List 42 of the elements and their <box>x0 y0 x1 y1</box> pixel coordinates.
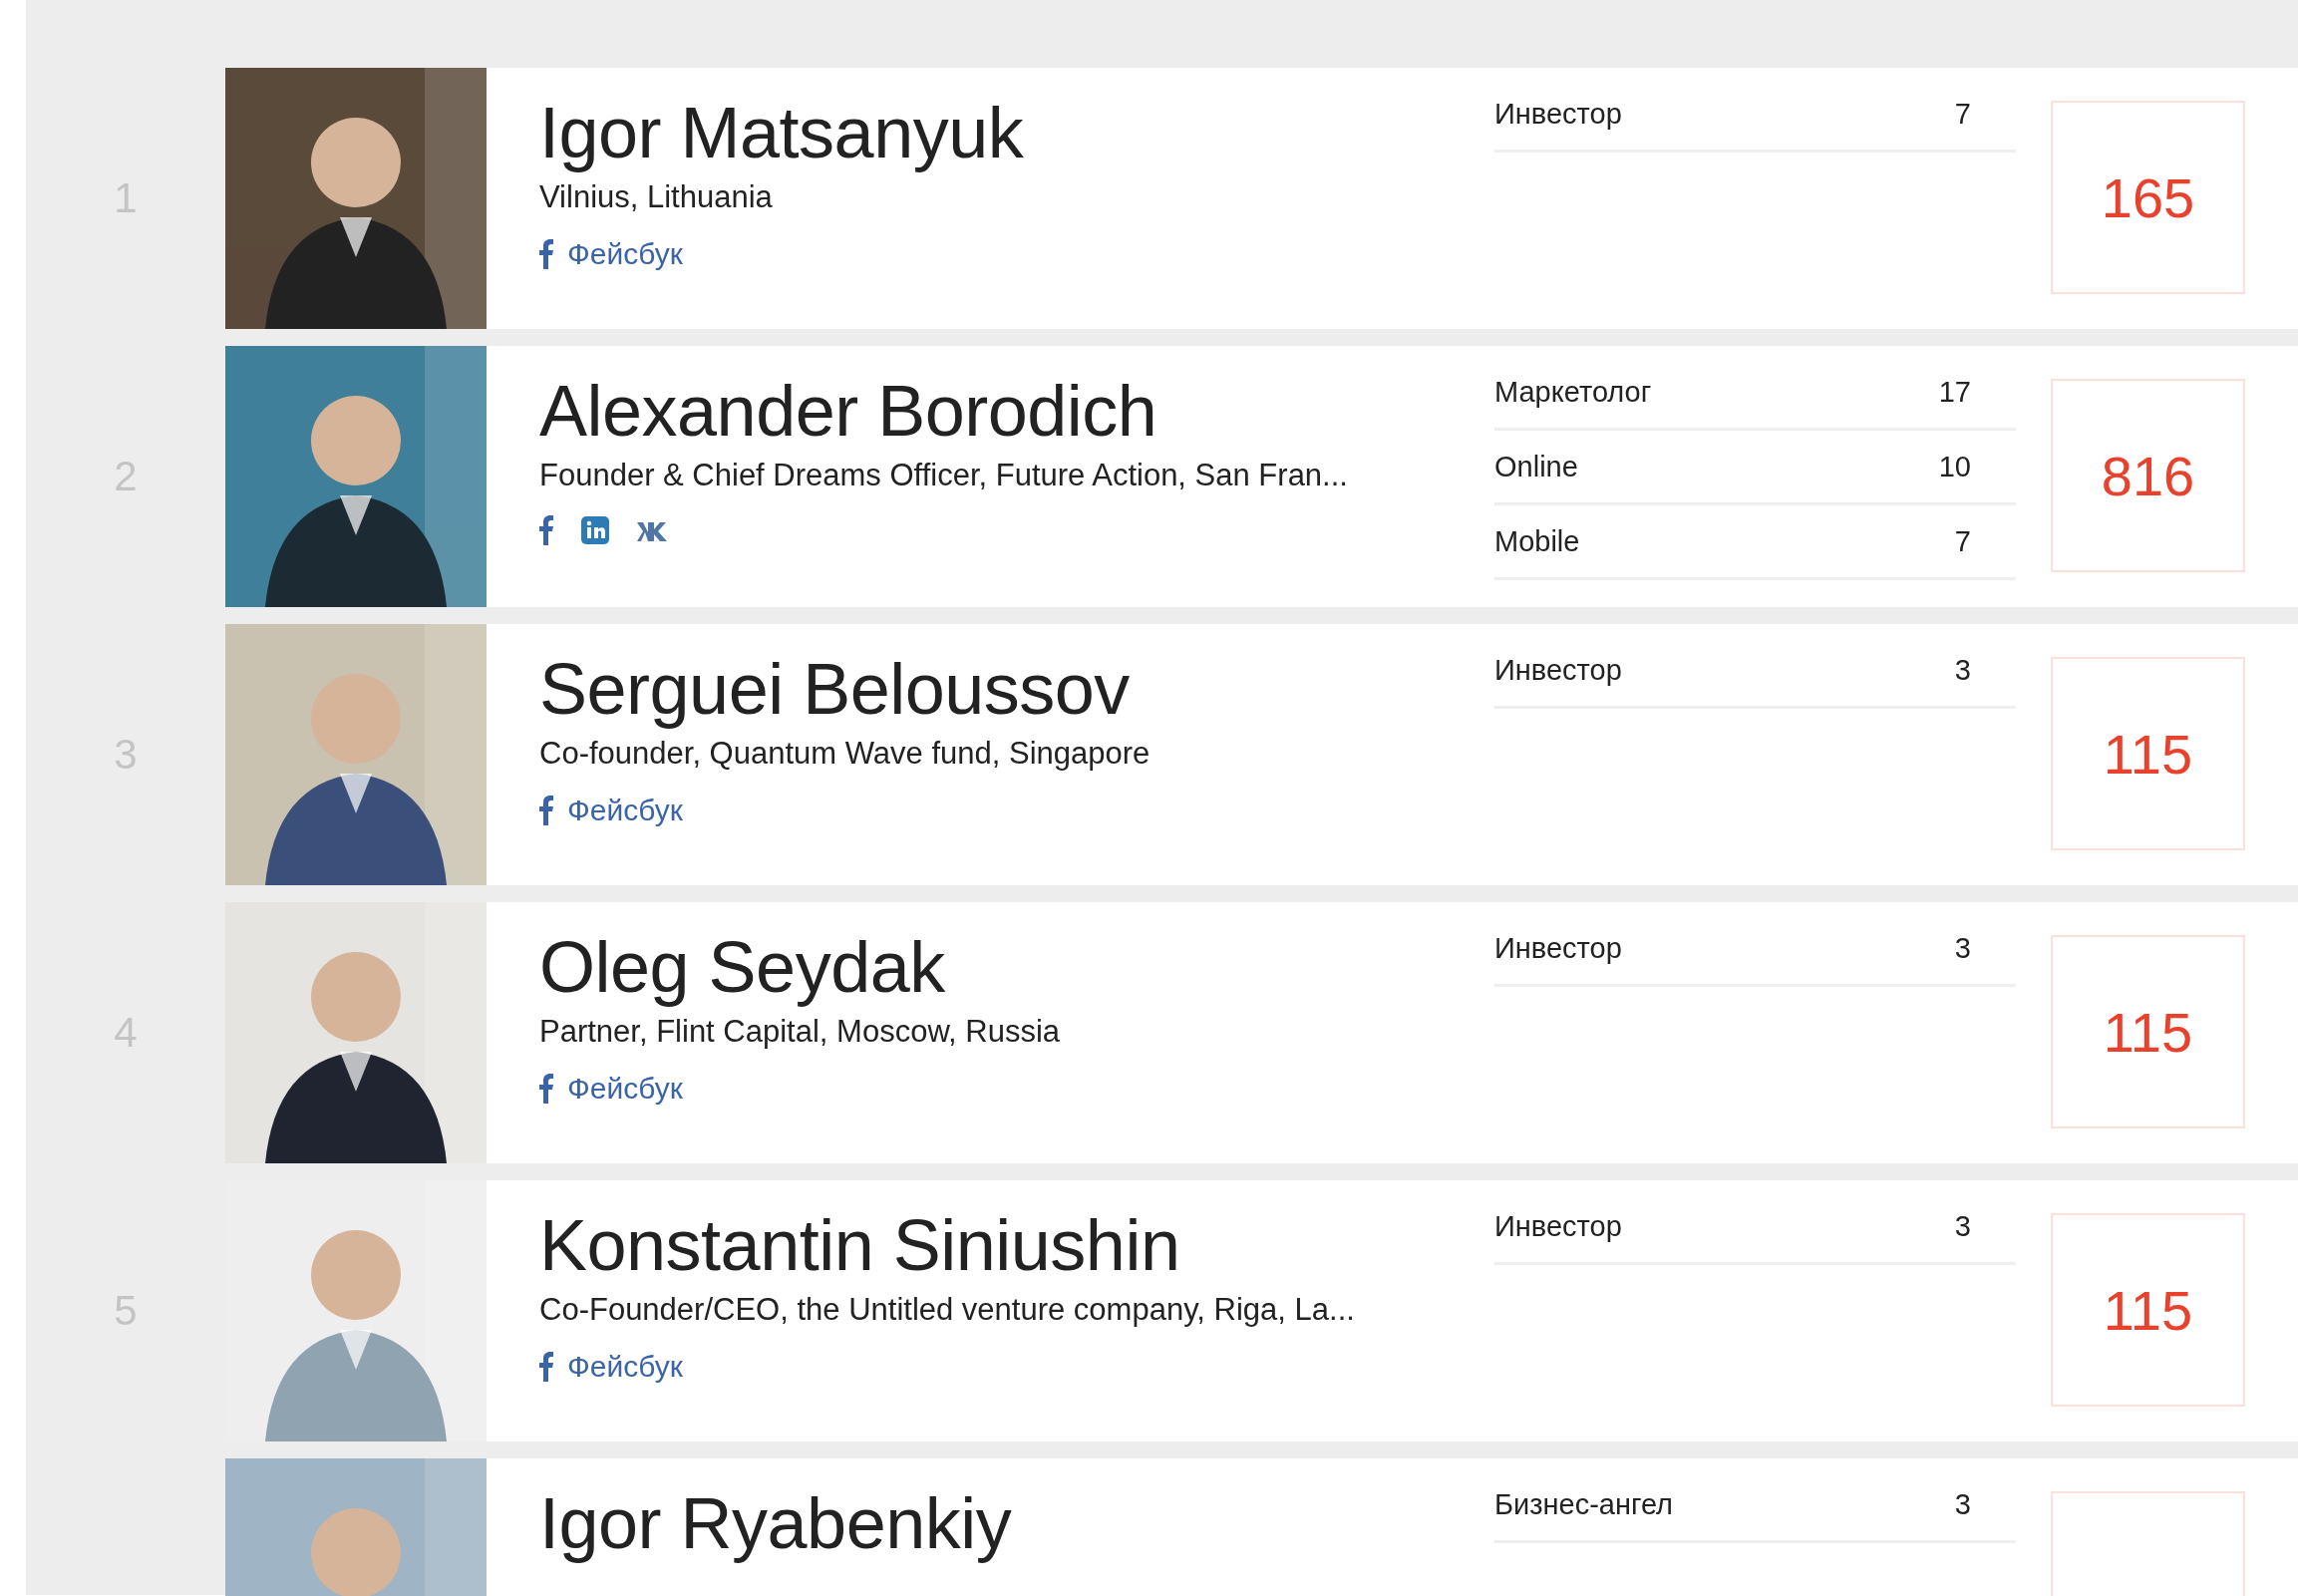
tag-label: Маркетолог <box>1494 375 1652 409</box>
tag-label: Инвестор <box>1494 931 1622 965</box>
tag-label: Инвестор <box>1494 1209 1622 1243</box>
tag-count: 3 <box>1954 931 1971 965</box>
tag-count: 7 <box>1954 524 1971 558</box>
tag-label: Инвестор <box>1494 653 1622 687</box>
person-name[interactable]: Igor Matsanyuk <box>539 90 1024 176</box>
person-description: Vilnius, Lithuania <box>539 179 773 216</box>
facebook-link[interactable]: Фейсбук <box>539 1350 683 1385</box>
facebook-icon <box>539 1074 553 1105</box>
tag-label: Online <box>1494 450 1578 483</box>
facebook-link[interactable]: Фейсбук <box>539 237 683 272</box>
person-description: Co-founder, Quantum Wave fund, Singapore <box>539 736 1150 773</box>
tag-count: 17 <box>1938 375 1971 409</box>
linkedin-icon[interactable] <box>581 516 609 545</box>
person-description: Founder & Chief Dreams Officer, Future Action, San Fran... <box>539 458 1348 494</box>
facebook-link[interactable]: Фейсбук <box>539 794 683 828</box>
score-box: 115 <box>2051 657 2245 850</box>
person-name[interactable]: Konstantin Siniushin <box>539 1202 1180 1289</box>
person-name[interactable]: Igor Ryabenkiy <box>539 1480 1012 1567</box>
person-name[interactable]: Serguei Beloussov <box>539 646 1130 733</box>
person-name[interactable]: Oleg Seydak <box>539 924 945 1011</box>
tag-count: 3 <box>1954 1209 1971 1243</box>
score-box: 115 <box>2051 935 2245 1128</box>
tag-label: Инвестор <box>1494 97 1622 131</box>
person-description: Co-Founder/CEO, the Untitled venture company, Riga, La... <box>539 1292 1355 1329</box>
person-name[interactable]: Alexander Borodich <box>539 368 1157 455</box>
facebook-icon <box>539 1352 553 1383</box>
tag-count: 3 <box>1954 653 1971 687</box>
tag-count: 3 <box>1954 1487 1971 1521</box>
facebook-icon <box>539 796 553 826</box>
facebook-icon[interactable] <box>539 515 553 546</box>
tag-label: Mobile <box>1494 524 1580 558</box>
score-box: 816 <box>2051 379 2245 572</box>
tag-label: Бизнес-ангел <box>1494 1487 1673 1521</box>
tag-count: 7 <box>1954 97 1971 131</box>
tag-count: 10 <box>1938 450 1971 483</box>
score-box: 115 <box>2051 1213 2245 1407</box>
facebook-icon <box>539 239 553 270</box>
person-description: Partner, Flint Capital, Moscow, Russia <box>539 1014 1061 1051</box>
score-box: 165 <box>2051 101 2245 294</box>
facebook-link[interactable]: Фейсбук <box>539 1072 683 1107</box>
